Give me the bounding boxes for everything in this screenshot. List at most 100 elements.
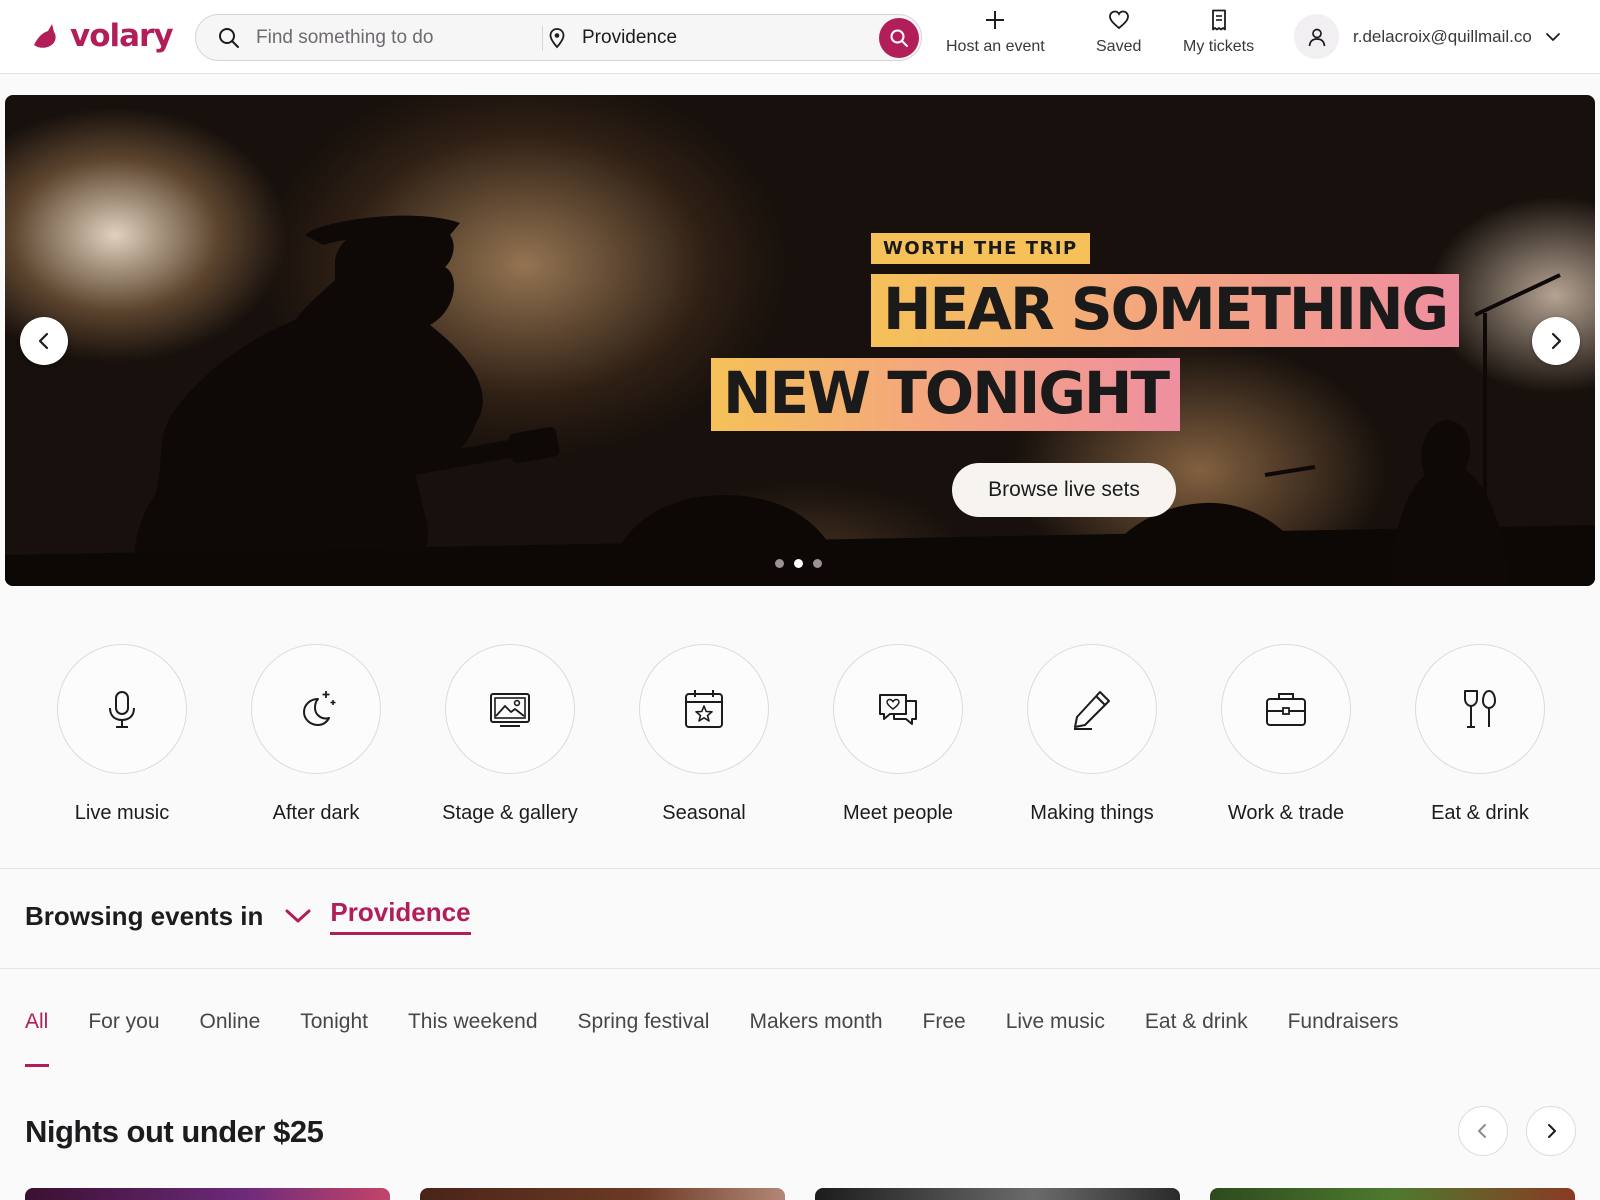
category-circle[interactable]	[639, 644, 769, 774]
category-label: Seasonal	[662, 802, 746, 824]
tab-all[interactable]: All	[25, 1010, 48, 1034]
browsing-label: Browsing events in	[25, 900, 264, 931]
hero-banner: WORTH THE TRIP HEAR SOMETHING NEW TONIGH…	[5, 95, 1595, 586]
carousel-dot-active[interactable]	[794, 559, 803, 568]
category-label: Eat & drink	[1431, 802, 1529, 824]
host-event-button[interactable]: Host an event	[946, 8, 1045, 56]
chevron-down-icon[interactable]	[283, 905, 313, 927]
category-label: After dark	[272, 802, 360, 824]
event-card-image[interactable]	[1210, 1188, 1575, 1200]
saved-label: Saved	[1096, 38, 1142, 55]
carousel-dots	[775, 559, 822, 568]
event-card-image[interactable]	[420, 1188, 785, 1200]
tab-live-music[interactable]: Live music	[1006, 1010, 1105, 1034]
host-event-label: Host an event	[946, 38, 1045, 55]
tab-for-you[interactable]: For you	[88, 1010, 159, 1034]
browsing-city-selector[interactable]: Providence	[330, 897, 471, 935]
category-stage-gallery[interactable]: Stage & gallery	[420, 644, 600, 825]
category-circle[interactable]	[1415, 644, 1545, 774]
category-row: Live music After dark Stage & gallery Se…	[0, 598, 1600, 868]
carousel-dot[interactable]	[775, 559, 784, 568]
search-icon	[219, 28, 239, 48]
filter-tabs: All For you Online Tonight This weekend …	[25, 1010, 1439, 1034]
user-icon	[1308, 28, 1325, 46]
logo-icon	[34, 24, 56, 48]
hero-next-button[interactable]	[1532, 317, 1580, 365]
event-card-row	[25, 1188, 1575, 1200]
tab-eat-drink[interactable]: Eat & drink	[1145, 1010, 1248, 1034]
category-circle[interactable]	[445, 644, 575, 774]
category-label: Meet people	[842, 802, 954, 824]
section-prev-button[interactable]	[1458, 1106, 1508, 1156]
section-divider	[0, 868, 1600, 869]
briefcase-icon	[1266, 693, 1306, 726]
category-label: Work & trade	[1227, 802, 1345, 824]
search-button[interactable]	[879, 18, 919, 58]
tab-online[interactable]: Online	[200, 1010, 261, 1034]
brand-name: volary	[70, 18, 174, 54]
tab-free[interactable]: Free	[923, 1010, 966, 1034]
category-label: Making things	[1030, 802, 1154, 824]
saved-button[interactable]: Saved	[1096, 8, 1141, 56]
category-circle[interactable]	[1027, 644, 1157, 774]
category-circle[interactable]	[1221, 644, 1351, 774]
section-divider	[0, 968, 1600, 969]
category-making-things[interactable]: Making things	[1002, 644, 1182, 825]
search-bar	[195, 14, 922, 61]
search-icon	[890, 29, 908, 47]
hero-cta-button[interactable]: Browse live sets	[952, 463, 1176, 517]
category-circle[interactable]	[57, 644, 187, 774]
brand-logo[interactable]: volary	[30, 18, 174, 54]
chevron-right-icon	[1551, 332, 1562, 350]
top-header: volary Host an event Saved	[0, 0, 1600, 74]
my-tickets-label: My tickets	[1183, 38, 1255, 55]
pencil-icon	[1074, 691, 1110, 730]
hero-eyebrow: WORTH THE TRIP	[871, 233, 1090, 264]
category-live-music[interactable]: Live music	[32, 644, 212, 825]
search-input[interactable]	[256, 23, 526, 53]
location-pin-icon	[549, 28, 565, 49]
my-tickets-button[interactable]: My tickets	[1183, 8, 1254, 56]
hero-headline-line-2: NEW TONIGHT	[711, 358, 1181, 431]
tab-fundraisers[interactable]: Fundraisers	[1288, 1010, 1399, 1034]
tab-tonight[interactable]: Tonight	[300, 1010, 368, 1034]
picture-icon	[490, 693, 530, 727]
ticket-icon	[1211, 9, 1226, 31]
category-circle[interactable]	[251, 644, 381, 774]
chevron-left-icon	[1478, 1124, 1486, 1138]
hero-headline-line-1: HEAR SOMETHING	[871, 274, 1460, 347]
chat-bubbles-icon	[879, 694, 917, 725]
category-after-dark[interactable]: After dark	[226, 644, 406, 825]
category-label: Stage & gallery	[442, 802, 578, 824]
tab-this-weekend[interactable]: This weekend	[408, 1010, 538, 1034]
tab-spring-festival[interactable]: Spring festival	[578, 1010, 710, 1034]
event-card-image[interactable]	[25, 1188, 390, 1200]
account-menu[interactable]: r.delacroix@quillmail.co	[1294, 14, 1562, 59]
browsing-location: Browsing events in Providence	[25, 897, 471, 935]
calendar-star-icon	[685, 690, 723, 728]
chevron-down-icon[interactable]	[1544, 28, 1562, 46]
utensils-icon	[1464, 689, 1497, 728]
search-divider	[542, 26, 543, 51]
tab-makers-month[interactable]: Makers month	[749, 1010, 882, 1034]
hero-prev-button[interactable]	[20, 317, 68, 365]
carousel-dot[interactable]	[813, 559, 822, 568]
moon-icon	[303, 691, 336, 726]
category-meet-people[interactable]: Meet people	[808, 644, 988, 825]
section-title: Nights out under $25	[25, 1114, 324, 1149]
avatar[interactable]	[1294, 14, 1339, 59]
category-label: Live music	[74, 802, 170, 824]
location-input[interactable]	[582, 23, 862, 53]
active-tab-indicator	[25, 1064, 49, 1067]
chevron-left-icon	[38, 332, 49, 350]
category-circle[interactable]	[833, 644, 963, 774]
plus-icon	[986, 11, 1005, 29]
account-email: r.delacroix@quillmail.co	[1353, 26, 1532, 46]
event-card-image[interactable]	[815, 1188, 1180, 1200]
chevron-right-icon	[1548, 1124, 1556, 1138]
category-eat-drink[interactable]: Eat & drink	[1390, 644, 1570, 825]
microphone-icon	[109, 691, 135, 728]
category-work-trade[interactable]: Work & trade	[1196, 644, 1376, 825]
section-next-button[interactable]	[1526, 1106, 1576, 1156]
category-seasonal[interactable]: Seasonal	[614, 644, 794, 825]
